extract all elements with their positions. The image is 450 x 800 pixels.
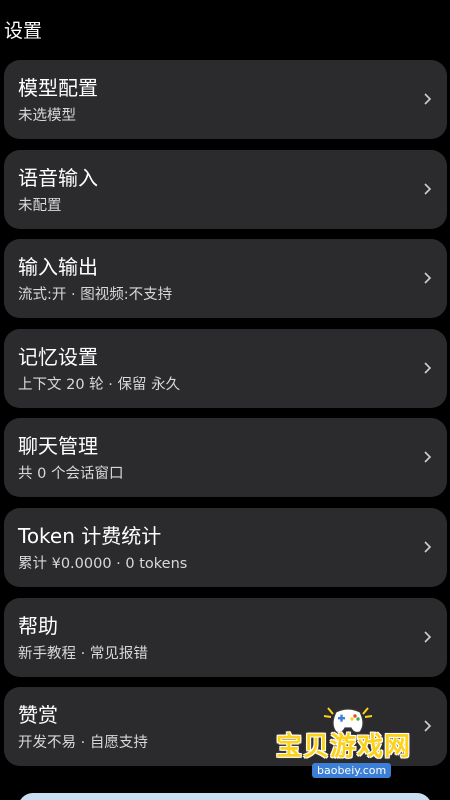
settings-item-model-config[interactable]: 模型配置 未选模型	[4, 60, 447, 139]
settings-item-voice-input[interactable]: 语音输入 未配置	[4, 150, 447, 229]
chevron-right-icon	[423, 89, 433, 109]
settings-item-subtitle: 开发不易 · 自愿支持	[18, 735, 148, 751]
settings-item-title: 语音输入	[18, 166, 98, 190]
gamepad-logo-icon	[320, 702, 376, 736]
chevron-right-icon	[423, 268, 433, 288]
settings-item-title: 记忆设置	[18, 345, 98, 369]
chevron-right-icon	[423, 537, 433, 557]
site-watermark: 宝贝游戏网 baobeiy.com	[270, 700, 445, 782]
watermark-name: 宝贝游戏网	[276, 732, 412, 762]
settings-item-title: 帮助	[18, 614, 58, 638]
settings-item-subtitle: 未选模型	[18, 108, 76, 124]
settings-item-title: 聊天管理	[18, 434, 98, 458]
settings-item-title: 赞赏	[18, 703, 58, 727]
bottom-action-bar[interactable]	[18, 793, 432, 800]
settings-item-memory[interactable]: 记忆设置 上下文 20 轮 · 保留 永久	[4, 329, 447, 408]
settings-item-title: 模型配置	[18, 76, 98, 100]
settings-item-input-output[interactable]: 输入输出 流式:开 · 图视频:不支持	[4, 239, 447, 318]
settings-item-help[interactable]: 帮助 新手教程 · 常见报错	[4, 598, 447, 677]
settings-item-title: 输入输出	[18, 255, 98, 279]
settings-item-title: Token 计费统计	[18, 524, 162, 548]
settings-item-token-billing[interactable]: Token 计费统计 累计 ¥0.0000 · 0 tokens	[4, 508, 447, 587]
chevron-right-icon	[423, 447, 433, 467]
chevron-right-icon	[423, 627, 433, 647]
settings-item-subtitle: 共 0 个会话窗口	[18, 466, 124, 482]
chevron-right-icon	[423, 179, 433, 199]
settings-item-subtitle: 累计 ¥0.0000 · 0 tokens	[18, 556, 188, 572]
settings-item-subtitle: 新手教程 · 常见报错	[18, 646, 148, 662]
page-title: 设置	[4, 20, 43, 42]
chevron-right-icon	[423, 358, 433, 378]
settings-item-subtitle: 未配置	[18, 198, 62, 214]
settings-item-subtitle: 上下文 20 轮 · 保留 永久	[18, 377, 181, 393]
settings-item-chat-management[interactable]: 聊天管理 共 0 个会话窗口	[4, 418, 447, 497]
settings-item-subtitle: 流式:开 · 图视频:不支持	[18, 287, 173, 303]
watermark-url: baobeiy.com	[312, 763, 392, 778]
